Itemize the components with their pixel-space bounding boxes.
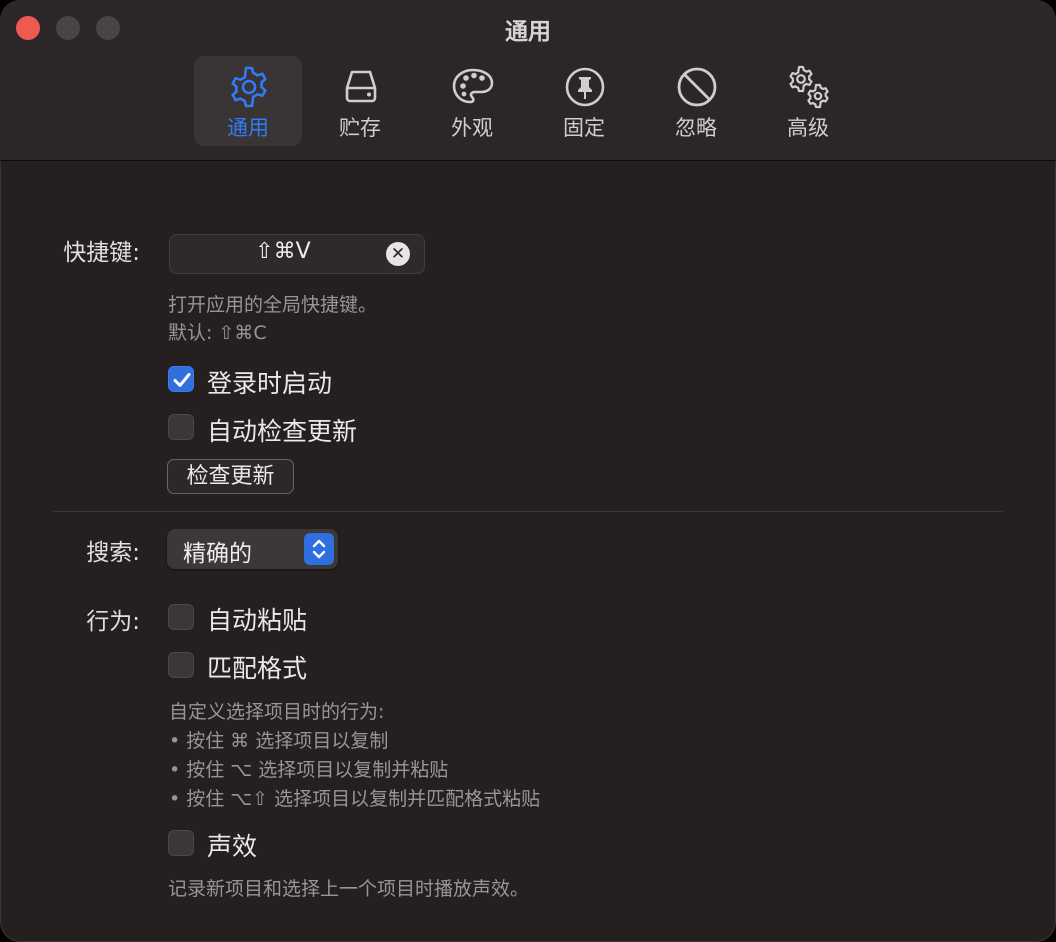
tab-general-label: 通用 [227, 116, 269, 140]
tab-pins[interactable]: 固定 [530, 56, 638, 146]
tab-ignore[interactable]: 忽略 [642, 56, 750, 146]
tab-ignore-label: 忽略 [675, 116, 717, 140]
gear-icon [231, 66, 267, 108]
auto-paste-label[interactable]: 自动粘贴 [207, 601, 307, 637]
search-mode-select[interactable]: 精确的 [167, 529, 338, 569]
tab-advanced[interactable]: 高级 [754, 56, 862, 146]
auto-check-updates-checkbox[interactable] [168, 414, 194, 440]
auto-check-updates-label[interactable]: 自动检查更新 [207, 412, 357, 448]
check-updates-button[interactable]: 检查更新 [167, 459, 294, 494]
gears-advanced-icon [789, 65, 829, 109]
prohibited-icon [677, 67, 717, 107]
launch-at-login-label[interactable]: 登录时启动 [207, 364, 332, 400]
pin-icon [565, 67, 605, 107]
shortcut-hint: 打开应用的全局快捷键。 [168, 294, 378, 316]
section-divider [53, 511, 1003, 512]
title-bar: 通用 通用 贮存 外观 固定 忽略 高级 [0, 0, 1056, 161]
palette-icon [452, 68, 494, 104]
preferences-window: 通用 通用 贮存 外观 固定 忽略 高级 快捷键: ⇧⌘V ✕ 打开应用的全局快… [0, 0, 1056, 942]
match-format-label[interactable]: 匹配格式 [207, 649, 307, 685]
match-format-checkbox[interactable] [168, 652, 194, 678]
sound-effects-checkbox[interactable] [168, 830, 194, 856]
shortcut-recorder-field[interactable]: ⇧⌘V ✕ [169, 234, 425, 274]
launch-at-login-checkbox[interactable] [168, 366, 194, 392]
select-stepper-arrows [304, 533, 334, 565]
behavior-tip-item: • 按住 ⌥ 选择项目以复制并粘贴 [169, 759, 449, 781]
tab-general[interactable]: 通用 [194, 56, 302, 146]
shortcut-label: 快捷键: [63, 240, 140, 266]
tab-pins-label: 固定 [563, 116, 605, 140]
sound-effects-hint: 记录新项目和选择上一个项目时播放声效。 [168, 878, 530, 900]
shortcut-default-hint: 默认: ⇧⌘C [168, 322, 267, 344]
chevron-up-down-icon [312, 539, 326, 559]
tab-appearance-label: 外观 [451, 116, 493, 140]
window-title: 通用 [505, 19, 551, 45]
clear-shortcut-button[interactable]: ✕ [386, 242, 410, 266]
shortcut-value: ⇧⌘V [255, 239, 311, 264]
tab-storage-label: 贮存 [339, 116, 381, 140]
search-label: 搜索: [86, 540, 140, 566]
behavior-tip-item: • 按住 ⌥⇧ 选择项目以复制并匹配格式粘贴 [169, 788, 541, 810]
behavior-tip-item: • 按住 ⌘ 选择项目以复制 [169, 730, 389, 752]
checkmark-icon [173, 373, 191, 387]
behavior-tip-heading: 自定义选择项目时的行为: [169, 701, 385, 723]
tab-appearance[interactable]: 外观 [418, 56, 526, 146]
auto-paste-checkbox[interactable] [168, 604, 194, 630]
sound-effects-label[interactable]: 声效 [207, 827, 257, 863]
storage-drive-icon [345, 70, 377, 103]
tab-advanced-label: 高级 [787, 116, 829, 140]
tab-storage[interactable]: 贮存 [306, 56, 414, 146]
behavior-label: 行为: [86, 609, 140, 635]
search-mode-value: 精确的 [183, 541, 252, 567]
